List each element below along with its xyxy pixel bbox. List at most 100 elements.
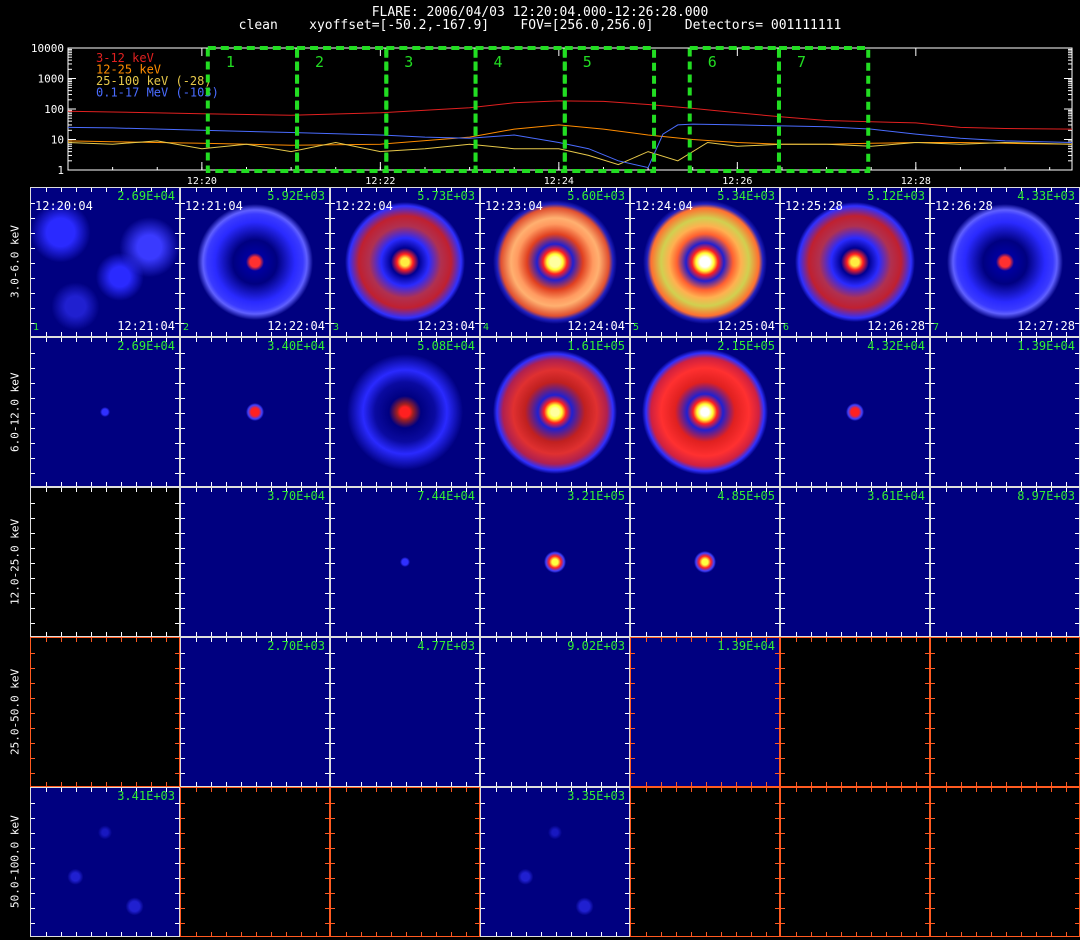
image-panel: 3.21E+05 <box>480 487 630 637</box>
panel-tick <box>175 848 179 849</box>
panel-tick <box>781 608 785 609</box>
panel-tick <box>211 488 212 492</box>
peak-value: 2.69E+04 <box>117 339 175 353</box>
panel-tick <box>331 548 335 549</box>
panel-tick <box>931 443 935 444</box>
panel-tick <box>136 488 137 492</box>
panel-tick <box>31 578 35 579</box>
panel-tick <box>1075 908 1079 909</box>
panel-tick <box>811 188 812 192</box>
panel-tick <box>76 638 77 642</box>
panel-tick <box>31 248 35 249</box>
panel-tick <box>76 788 77 792</box>
panel-tick <box>325 548 329 549</box>
panel-tick <box>1021 638 1022 642</box>
panel-tick <box>751 482 752 486</box>
panel-tick <box>1036 932 1037 936</box>
panel-tick <box>631 263 635 264</box>
panel-tick <box>1006 482 1007 486</box>
panel-tick <box>541 188 542 192</box>
panel-tick <box>475 758 479 759</box>
panel-tick <box>625 593 629 594</box>
panel-tick <box>481 578 485 579</box>
panel-tick <box>475 353 479 354</box>
panel-tick <box>475 878 479 879</box>
panel-tick <box>775 578 779 579</box>
panel-tick <box>475 323 479 324</box>
panel-tick <box>241 932 242 936</box>
panel-tick <box>676 482 677 486</box>
panel-tick <box>781 833 785 834</box>
panel-tick <box>526 332 527 336</box>
panel-tick <box>631 278 635 279</box>
panel-tick <box>775 608 779 609</box>
panel-tick <box>31 773 35 774</box>
panel-tick <box>931 833 935 834</box>
panel-tick <box>856 488 857 492</box>
panel-tick <box>325 473 329 474</box>
panel-tick <box>481 398 485 399</box>
panel-tick <box>925 893 929 894</box>
panel-tick <box>325 248 329 249</box>
time-end: 12:22:04 <box>267 319 325 333</box>
panel-tick <box>475 368 479 369</box>
panel-tick <box>325 233 329 234</box>
panel-tick <box>775 248 779 249</box>
panel-tick <box>31 428 35 429</box>
panel-tick <box>646 338 647 342</box>
panel-tick <box>961 932 962 936</box>
panel-tick <box>781 533 785 534</box>
panel-tick <box>196 332 197 336</box>
panel-tick <box>631 593 635 594</box>
panel-tick <box>481 773 485 774</box>
peak-value: 5.34E+03 <box>717 189 775 203</box>
panel-tick <box>211 638 212 642</box>
panel-tick <box>175 353 179 354</box>
panel-tick <box>571 632 572 636</box>
panel-tick <box>475 593 479 594</box>
panel-tick <box>175 473 179 474</box>
panel-tick <box>676 488 677 492</box>
panel-tick <box>925 863 929 864</box>
panel-tick <box>916 638 917 642</box>
panel-tick <box>541 782 542 786</box>
panel-tick <box>325 923 329 924</box>
panel-tick <box>925 728 929 729</box>
panel-tick <box>571 482 572 486</box>
panel-tick <box>625 308 629 309</box>
panel-tick <box>826 338 827 342</box>
panel-tick <box>121 782 122 786</box>
image-panel: 1.39E+04 <box>930 337 1080 487</box>
panel-tick <box>706 782 707 786</box>
x-tick-label: 12:26 <box>722 176 752 187</box>
panel-tick <box>775 653 779 654</box>
panel-tick <box>781 848 785 849</box>
panel-tick <box>781 878 785 879</box>
panel-tick <box>481 548 485 549</box>
panel-tick <box>616 782 617 786</box>
panel-tick <box>856 788 857 792</box>
panel-tick <box>925 398 929 399</box>
panel-tick <box>31 698 35 699</box>
interval-number: 1 <box>33 322 40 333</box>
image-panel <box>930 637 1080 787</box>
panel-tick <box>931 713 935 714</box>
time-end: 12:26:28 <box>867 319 925 333</box>
panel-tick <box>331 668 335 669</box>
panel-tick <box>781 548 785 549</box>
panel-tick <box>175 368 179 369</box>
panel-tick <box>946 488 947 492</box>
panel-tick <box>925 548 929 549</box>
image-panel: 5.60E+03 12:23:04 12:24:04 4 <box>480 187 630 337</box>
panel-tick <box>151 488 152 492</box>
panel-tick <box>901 638 902 642</box>
panel-tick <box>796 782 797 786</box>
panel-tick <box>691 932 692 936</box>
panel-tick <box>331 353 335 354</box>
panel-tick <box>181 818 185 819</box>
panel-tick <box>646 932 647 936</box>
panel-tick <box>811 932 812 936</box>
panel-tick <box>811 488 812 492</box>
panel-tick <box>826 788 827 792</box>
panel-tick <box>631 548 635 549</box>
